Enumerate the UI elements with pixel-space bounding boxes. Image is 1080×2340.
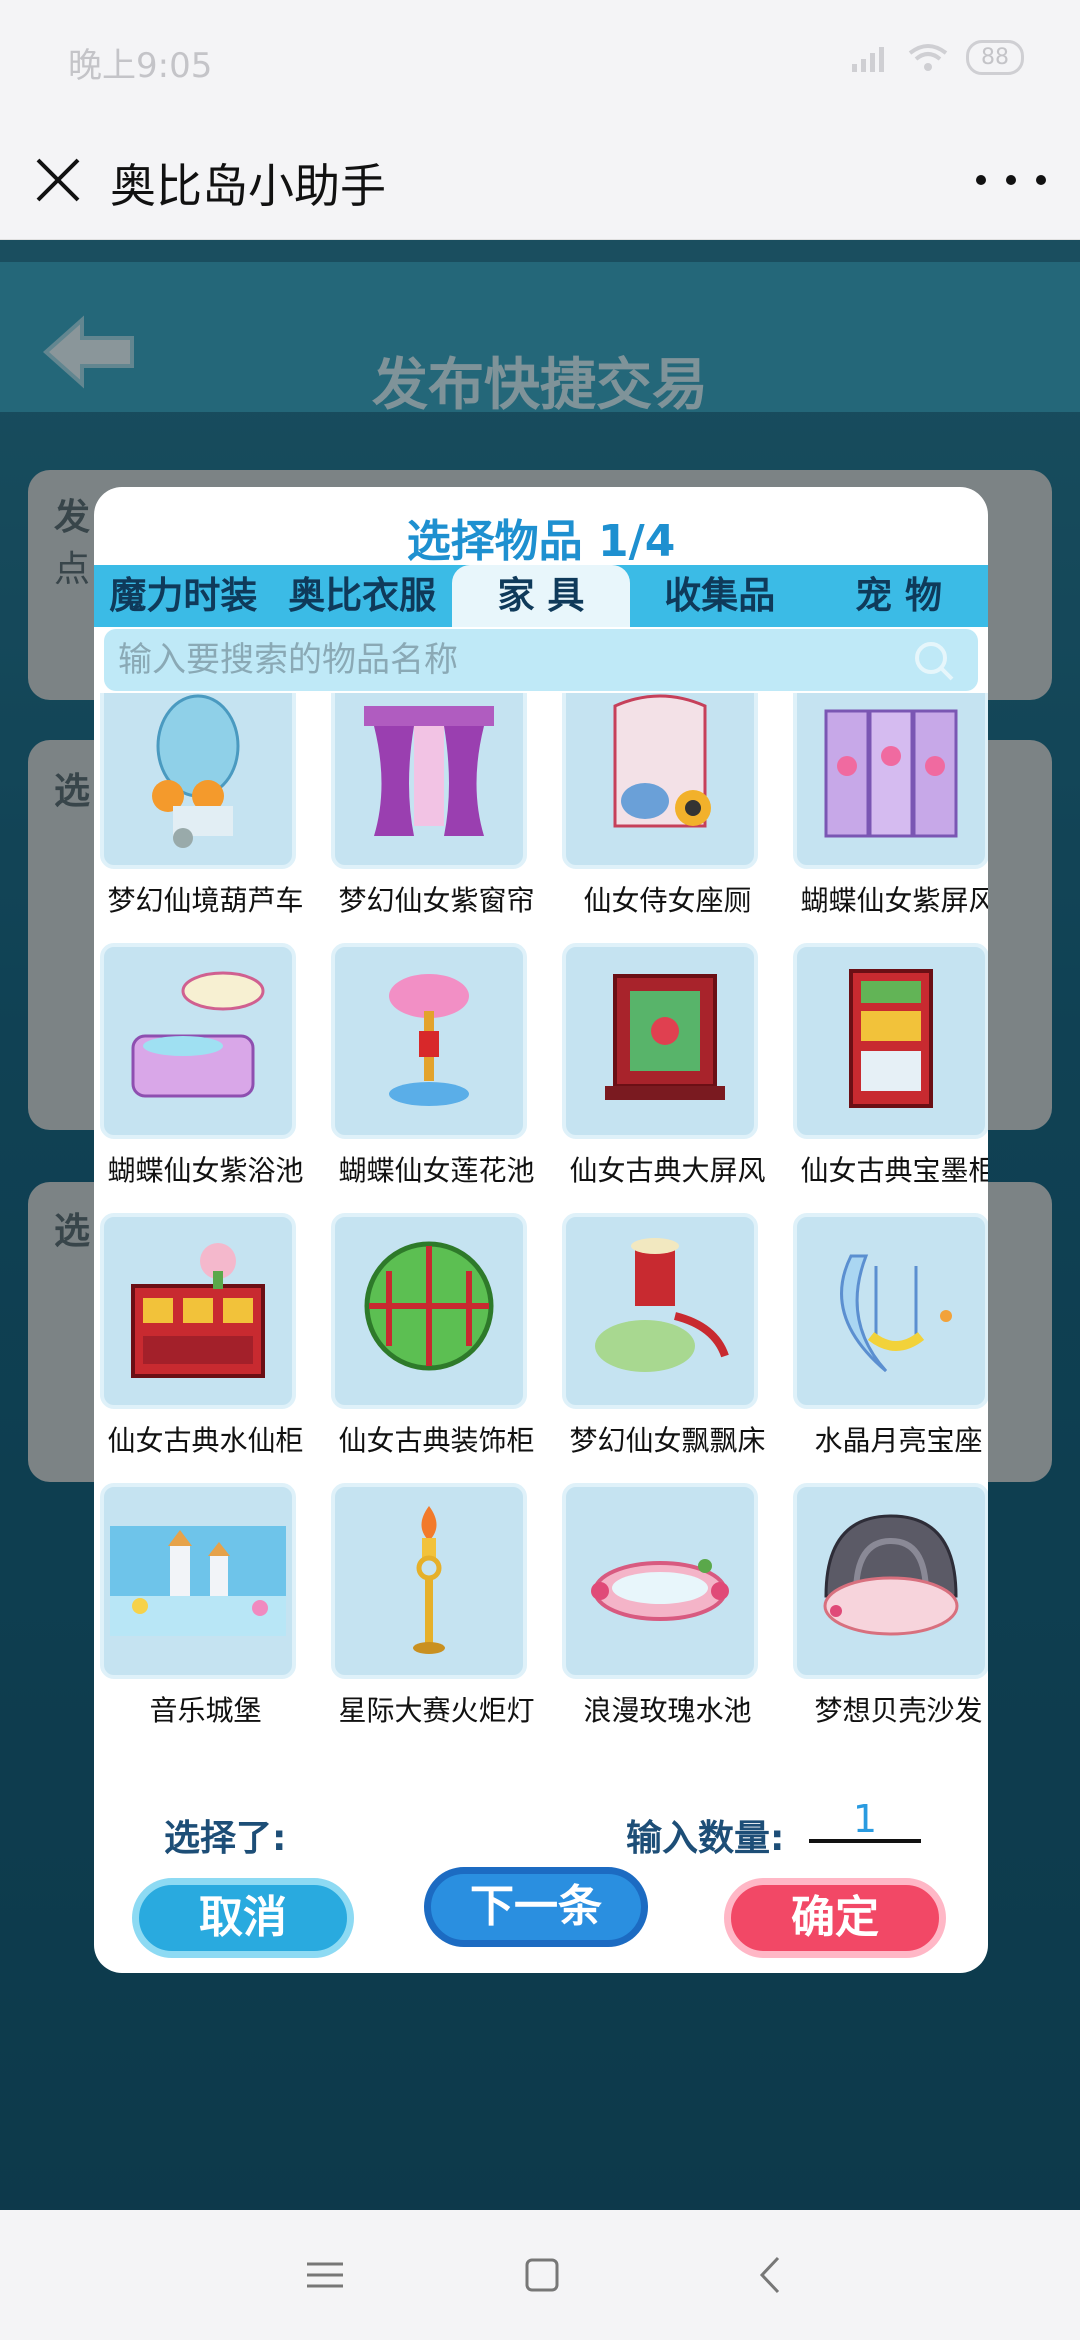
item-name: 蝴蝶仙女紫屏风 bbox=[800, 884, 988, 917]
item-card[interactable]: 音乐城堡 bbox=[94, 1483, 317, 1753]
item-name: 仙女侍女座厕 bbox=[583, 884, 752, 917]
item-name: 蝴蝶仙女莲花池 bbox=[338, 1154, 535, 1187]
item-name: 梦想贝壳沙发 bbox=[814, 1694, 983, 1727]
item-card[interactable]: 梦幻仙女飘飘床 bbox=[556, 1213, 779, 1483]
item-name: 星际大赛火炬灯 bbox=[338, 1694, 535, 1727]
item-image bbox=[100, 943, 296, 1139]
item-name: 水晶月亮宝座 bbox=[814, 1424, 983, 1457]
item-card[interactable]: 仙女古典装饰柜 bbox=[325, 1213, 548, 1483]
more-menu-icon[interactable] bbox=[976, 150, 1046, 210]
item-name: 仙女古典装饰柜 bbox=[338, 1424, 535, 1457]
tab-obi-clothes[interactable]: 奥比衣服 bbox=[273, 565, 452, 627]
classical-screen-icon bbox=[605, 974, 725, 1100]
item-image bbox=[562, 943, 758, 1139]
quantity-label: 输入数量: bbox=[626, 1818, 785, 1859]
menu-icon[interactable] bbox=[295, 2250, 355, 2300]
search-bar bbox=[104, 629, 978, 691]
folding-screen-icon bbox=[824, 709, 958, 838]
item-image bbox=[793, 1483, 988, 1679]
quantity-input[interactable]: 1 bbox=[809, 1797, 921, 1843]
home-icon[interactable] bbox=[512, 2250, 572, 2300]
lotus-pond-icon bbox=[389, 974, 469, 1106]
search-input[interactable] bbox=[118, 637, 878, 683]
item-card[interactable]: 梦想贝壳沙发 bbox=[787, 1483, 988, 1753]
item-name: 蝴蝶仙女紫浴池 bbox=[107, 1154, 304, 1187]
gourd-carriage-icon bbox=[152, 694, 240, 848]
tab-pets[interactable]: 宠 物 bbox=[809, 565, 988, 627]
cancel-button[interactable]: 取消 bbox=[132, 1878, 354, 1958]
item-image bbox=[331, 1483, 527, 1679]
item-name: 梦幻仙境葫芦车 bbox=[107, 884, 304, 917]
bathtub-icon bbox=[131, 971, 265, 1098]
app-title: 奥比岛小助手 bbox=[110, 159, 386, 213]
back-icon[interactable] bbox=[740, 2250, 800, 2300]
item-image bbox=[793, 693, 988, 869]
tab-magic-fashion[interactable]: 魔力时装 bbox=[94, 565, 273, 627]
confirm-button[interactable]: 确定 bbox=[724, 1878, 946, 1958]
item-name: 梦幻仙女飘飘床 bbox=[569, 1424, 766, 1457]
item-card[interactable]: 梦幻仙境葫芦车 bbox=[94, 693, 317, 943]
item-image bbox=[100, 693, 296, 869]
item-card[interactable]: 水晶月亮宝座 bbox=[787, 1213, 988, 1483]
select-item-dialog: 选择物品 1/4 魔力时装 奥比衣服 家 具 收集品 宠 物 梦幻仙境葫芦车 bbox=[94, 487, 988, 1973]
item-image bbox=[793, 1213, 988, 1409]
search-icon[interactable] bbox=[912, 639, 956, 683]
item-card[interactable]: 仙女古典水仙柜 bbox=[94, 1213, 317, 1483]
item-name: 仙女古典大屏风 bbox=[569, 1154, 766, 1187]
music-castle-icon bbox=[110, 1526, 286, 1636]
item-card[interactable]: 仙女古典大屏风 bbox=[556, 943, 779, 1213]
status-bar: 晚上9:05 88 bbox=[0, 0, 1080, 120]
item-name: 浪漫玫瑰水池 bbox=[583, 1694, 752, 1727]
floating-bed-icon bbox=[595, 1238, 729, 1372]
item-image bbox=[100, 1213, 296, 1409]
item-card[interactable]: 蝴蝶仙女紫浴池 bbox=[94, 943, 317, 1213]
category-tabs: 魔力时装 奥比衣服 家 具 收集品 宠 物 bbox=[94, 565, 988, 627]
status-icons: 88 bbox=[850, 40, 1024, 75]
tab-furniture[interactable]: 家 具 bbox=[451, 565, 631, 627]
item-name: 音乐城堡 bbox=[149, 1694, 262, 1727]
item-name: 仙女古典宝墨柜 bbox=[800, 1154, 988, 1187]
item-image bbox=[331, 1213, 527, 1409]
item-name: 仙女古典水仙柜 bbox=[107, 1424, 304, 1457]
curtain-icon bbox=[364, 706, 494, 836]
item-image bbox=[331, 943, 527, 1139]
item-card[interactable]: 仙女古典宝墨柜 bbox=[787, 943, 988, 1213]
signal-icon bbox=[852, 46, 884, 72]
rose-pool-icon bbox=[591, 1559, 729, 1621]
item-card[interactable]: 蝴蝶仙女紫屏风 bbox=[787, 693, 988, 943]
item-image bbox=[562, 693, 758, 869]
item-card[interactable]: 蝴蝶仙女莲花池 bbox=[325, 943, 548, 1213]
moon-throne-icon bbox=[840, 1254, 952, 1373]
item-image bbox=[331, 693, 527, 869]
item-name: 梦幻仙女紫窗帘 bbox=[338, 884, 535, 917]
dialog-title: 选择物品 1/4 bbox=[406, 516, 676, 567]
narcissus-cabinet-icon bbox=[131, 1243, 265, 1378]
item-grid: 梦幻仙境葫芦车 梦幻仙女紫窗帘 仙女侍女座厕 蝴蝶仙女紫屏风 蝴蝶仙女紫浴池 蝴… bbox=[94, 693, 988, 1753]
battery-icon: 88 bbox=[966, 40, 1024, 75]
shell-sofa-icon bbox=[823, 1514, 959, 1636]
ink-cabinet-icon bbox=[849, 969, 933, 1108]
item-card[interactable]: 梦幻仙女紫窗帘 bbox=[325, 693, 548, 943]
item-image bbox=[562, 1483, 758, 1679]
item-card[interactable]: 星际大赛火炬灯 bbox=[325, 1483, 548, 1753]
item-image bbox=[562, 1213, 758, 1409]
close-icon[interactable] bbox=[30, 152, 86, 208]
tab-collectibles[interactable]: 收集品 bbox=[630, 565, 809, 627]
item-card[interactable]: 浪漫玫瑰水池 bbox=[556, 1483, 779, 1753]
item-card[interactable]: 仙女侍女座厕 bbox=[556, 693, 779, 943]
item-image bbox=[793, 943, 988, 1139]
next-item-button[interactable]: 下一条 bbox=[424, 1867, 648, 1947]
wifi-icon bbox=[908, 43, 948, 71]
item-image bbox=[100, 1483, 296, 1679]
decorative-cabinet-icon bbox=[364, 1241, 494, 1371]
status-time: 晚上9:05 bbox=[68, 46, 213, 86]
torch-lamp-icon bbox=[413, 1506, 445, 1654]
system-nav-bar bbox=[0, 2210, 1080, 2340]
title-bar: 奥比岛小助手 bbox=[0, 120, 1080, 240]
toilet-icon bbox=[613, 694, 711, 828]
selected-label: 选择了: bbox=[164, 1818, 287, 1859]
